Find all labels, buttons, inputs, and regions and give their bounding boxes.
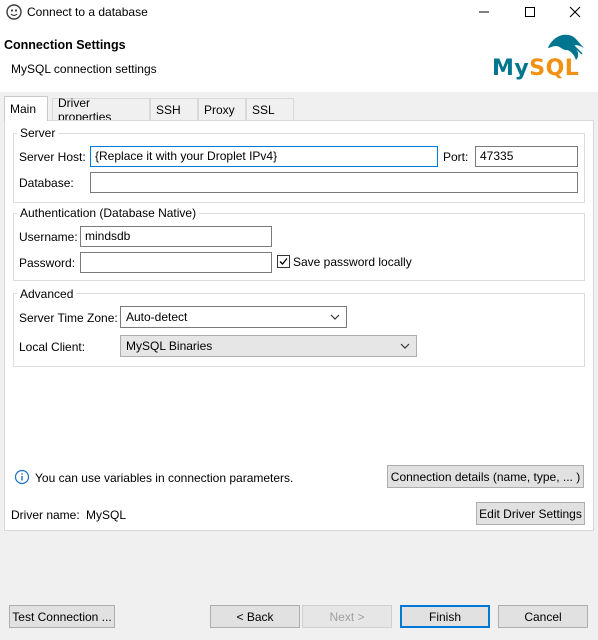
- tab-ssl[interactable]: SSL: [246, 98, 294, 120]
- dbeaver-app-icon: [6, 4, 22, 20]
- maximize-button[interactable]: [507, 0, 553, 24]
- username-label: Username:: [19, 230, 78, 244]
- password-input[interactable]: [80, 252, 272, 273]
- page-subtitle: MySQL connection settings: [11, 62, 157, 76]
- minimize-icon: [479, 11, 489, 13]
- port-value: 47335: [480, 149, 514, 163]
- advanced-legend: Advanced: [17, 287, 77, 301]
- server-host-label: Server Host:: [19, 150, 86, 164]
- username-input[interactable]: mindsdb: [80, 226, 272, 247]
- info-icon: [14, 469, 30, 485]
- local-client-value: MySQL Binaries: [126, 339, 213, 353]
- back-button[interactable]: < Back: [210, 605, 300, 628]
- connection-details-button[interactable]: Connection details (name, type, ... ): [387, 465, 584, 488]
- local-client-label: Local Client:: [19, 340, 86, 354]
- close-button[interactable]: [552, 0, 598, 24]
- chevron-down-icon: [330, 314, 340, 320]
- maximize-icon: [525, 7, 535, 17]
- server-legend: Server: [17, 126, 59, 140]
- minimize-button[interactable]: [461, 0, 507, 24]
- cancel-button-label: Cancel: [524, 609, 562, 624]
- connection-details-button-label: Connection details (name, type, ... ): [390, 469, 581, 484]
- username-value: mindsdb: [85, 229, 131, 243]
- test-connection-button[interactable]: Test Connection ...: [9, 605, 115, 628]
- close-icon: [569, 6, 581, 18]
- driver-name-label: Driver name:: [11, 508, 80, 522]
- local-client-select[interactable]: MySQL Binaries: [120, 335, 417, 357]
- tab-driver-properties[interactable]: Driver properties: [52, 96, 150, 124]
- tab-main[interactable]: Main: [4, 96, 48, 121]
- edit-driver-settings-button[interactable]: Edit Driver Settings: [476, 502, 585, 525]
- test-connection-label: Test Connection ...: [12, 609, 112, 624]
- window-title: Connect to a database: [27, 5, 148, 19]
- next-button[interactable]: Next >: [302, 605, 392, 628]
- edit-driver-settings-label: Edit Driver Settings: [479, 506, 582, 521]
- tab-proxy-label: Proxy: [204, 102, 235, 117]
- tab-ssh[interactable]: SSH: [150, 98, 198, 120]
- port-input[interactable]: 47335: [475, 146, 578, 167]
- mysql-logo-sql: SQL: [529, 56, 580, 81]
- chevron-down-icon: [400, 343, 410, 349]
- mysql-dolphin-logo: MySQL: [490, 30, 590, 86]
- driver-name-value: MySQL: [86, 508, 127, 522]
- server-timezone-select[interactable]: Auto-detect: [120, 306, 347, 328]
- info-text: You can use variables in connection para…: [35, 471, 294, 485]
- tab-main-label: Main: [10, 102, 37, 116]
- page-title: Connection Settings: [4, 38, 126, 52]
- finish-button-label: Finish: [428, 609, 461, 624]
- tab-proxy[interactable]: Proxy: [198, 98, 246, 120]
- next-button-label: Next >: [329, 609, 365, 624]
- finish-button[interactable]: Finish: [400, 605, 490, 628]
- tab-ssl-label: SSL: [252, 102, 275, 117]
- server-timezone-value: Auto-detect: [126, 310, 188, 324]
- port-label: Port:: [443, 150, 469, 164]
- cancel-button[interactable]: Cancel: [498, 605, 588, 628]
- database-label: Database:: [19, 176, 74, 190]
- password-label: Password:: [19, 256, 76, 270]
- server-timezone-label: Server Time Zone:: [19, 311, 118, 325]
- save-password-checkbox[interactable]: [277, 255, 290, 268]
- database-input[interactable]: [90, 172, 578, 193]
- server-host-input[interactable]: {Replace it with your Droplet IPv4}: [90, 146, 438, 167]
- mysql-logo-my: My: [492, 56, 530, 81]
- server-host-value: {Replace it with your Droplet IPv4}: [95, 149, 278, 163]
- back-button-label: < Back: [236, 609, 274, 624]
- authentication-legend: Authentication (Database Native): [17, 206, 200, 220]
- save-password-label: Save password locally: [293, 255, 412, 269]
- tab-ssh-label: SSH: [156, 102, 181, 117]
- checkmark-icon: [279, 258, 288, 265]
